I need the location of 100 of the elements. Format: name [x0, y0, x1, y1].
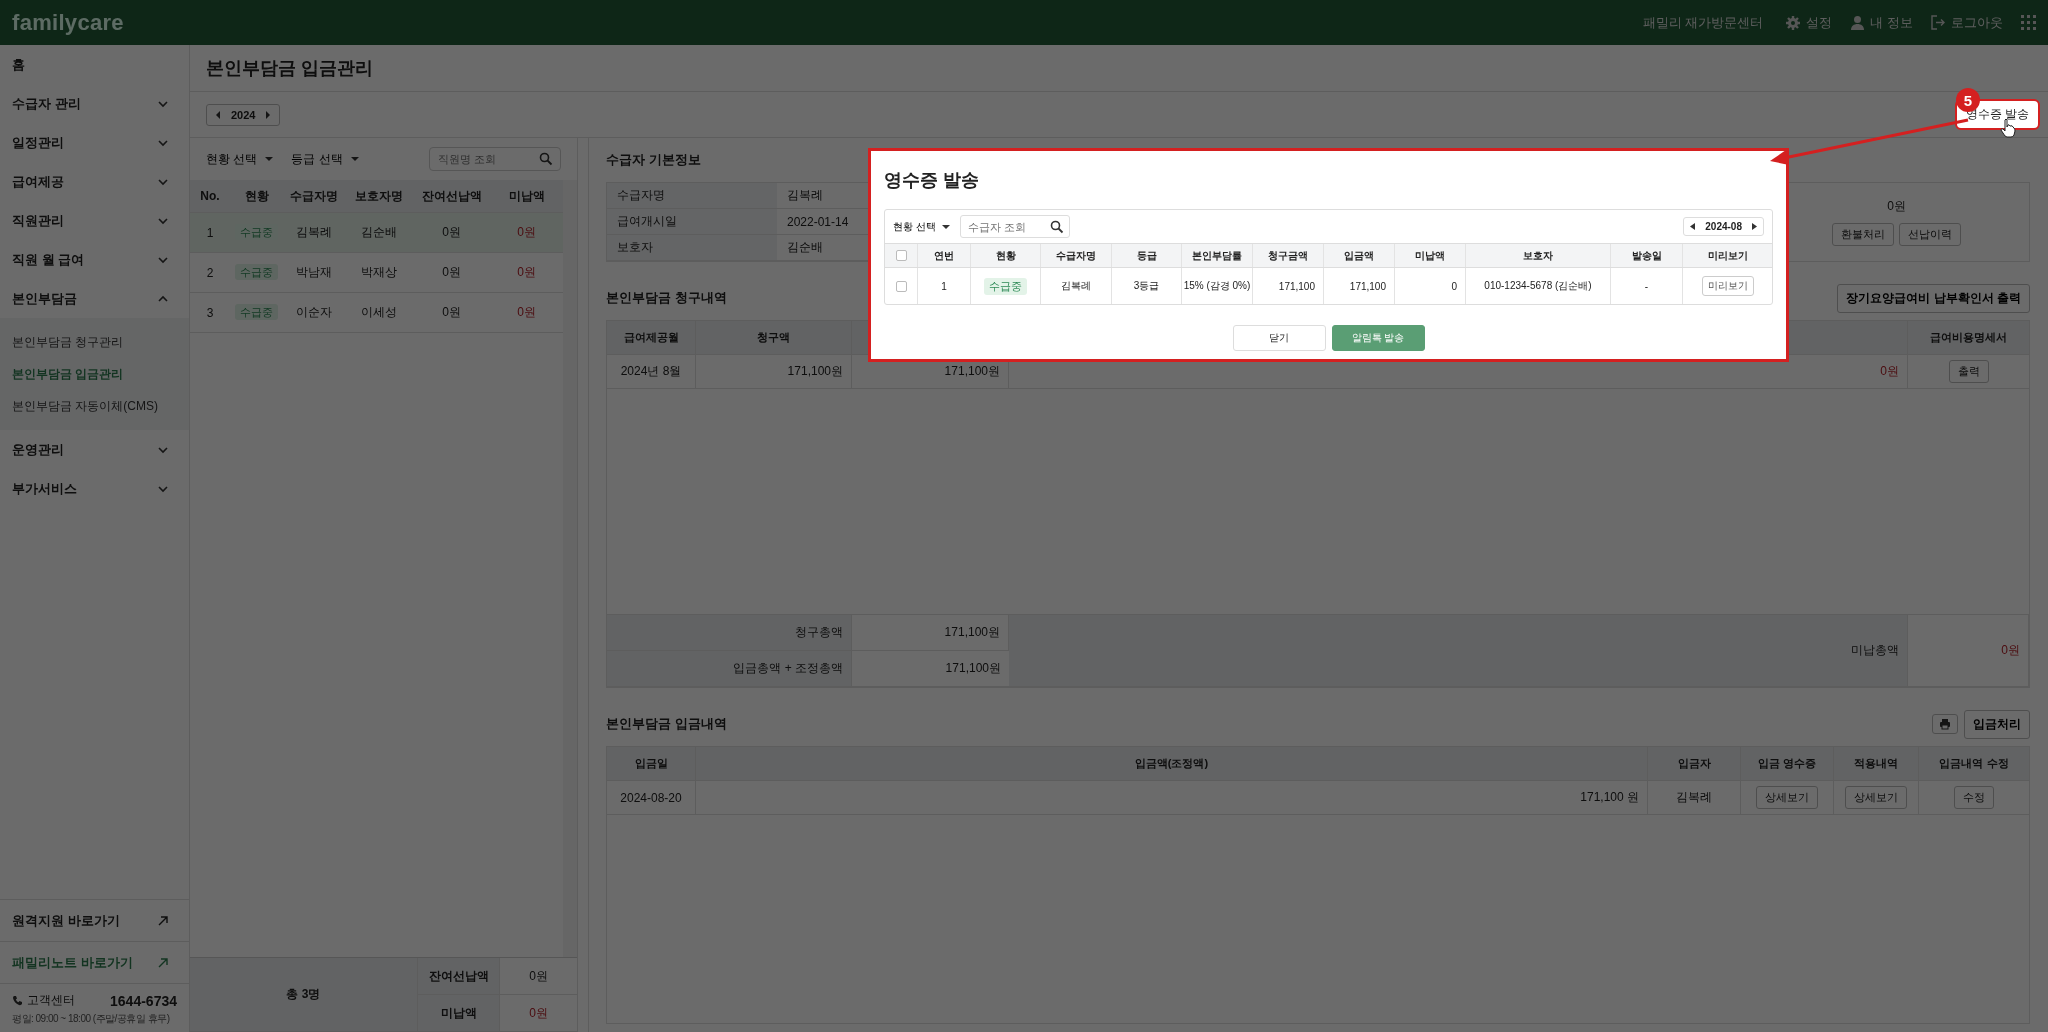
caret-icon [350, 156, 359, 162]
year-arrow-icon[interactable] [265, 110, 272, 119]
summary-value: 0원 [500, 995, 577, 1032]
menu-item[interactable]: 직원 월 급여 [0, 240, 189, 279]
month-arrow-icon[interactable] [1690, 223, 1696, 230]
menu-label: 운영관리 [12, 440, 64, 459]
table-cell: 171,100 [1324, 268, 1395, 304]
column-header: 입금액(조정액) [696, 747, 1648, 781]
table-cell-text: 0원 [441, 224, 462, 241]
table-row[interactable]: 1 수급중 김복례 김순배 0원 0원 [190, 213, 563, 253]
edit-button[interactable]: 수정 [1954, 786, 1994, 809]
caret-icon [265, 156, 274, 162]
contact-label: 고객센터 [27, 992, 75, 1009]
balance-amount: 0원 [1887, 198, 1906, 215]
table-cell-text: 김순배 [360, 224, 398, 241]
field-value: 김순배 [787, 239, 823, 256]
action-button[interactable]: 환불처리 [1832, 223, 1894, 246]
filter-dropdown[interactable]: 현황 선택 [893, 219, 950, 234]
app-logo[interactable]: familycare [12, 9, 124, 36]
table-cell: 1 [918, 268, 971, 304]
deposit-process-button[interactable]: 입금처리 [1964, 709, 2030, 739]
column-header: 본인부담률 [1182, 244, 1253, 267]
table-cell: 171,100원 [696, 355, 852, 389]
table-cell-text: 0원 [516, 264, 537, 281]
search-field[interactable]: 수급자 조회 [959, 215, 1070, 238]
column-header: 적용내역 [1834, 747, 1919, 781]
total-count: 총 3명 [190, 958, 418, 1032]
table-cell-text: 1 [205, 225, 215, 240]
column-header: 청구액 [696, 321, 852, 355]
print-button[interactable]: 출력 [1948, 360, 1989, 383]
table-cell-text: 2 [205, 265, 215, 280]
year-arrow-icon[interactable] [215, 110, 221, 119]
detail-button[interactable]: 상세보기 [1845, 786, 1907, 809]
preview-button[interactable]: 미리보기 [1701, 276, 1754, 296]
shortcut-link[interactable]: 원격지원 바로가기 [0, 899, 189, 941]
table-cell: 김복례 [1648, 781, 1741, 815]
menu-label: 급여제공 [12, 172, 64, 191]
search-icon [539, 152, 553, 166]
table-cell: 15% (감경 0%) [1182, 268, 1253, 304]
menu-item[interactable]: 직원관리 [0, 201, 189, 240]
filter-dropdown[interactable]: 등급 선택 [291, 150, 359, 168]
checkbox[interactable] [895, 280, 907, 292]
nav-link[interactable]: 로그아웃 [1931, 13, 2003, 32]
table-cell: 171,100 원 [696, 781, 1648, 815]
column-header: 현황 [243, 187, 270, 205]
print-button[interactable] [1932, 714, 1958, 734]
menu-item[interactable]: 부가서비스 [0, 469, 189, 508]
table-row[interactable]: 2 수급중 박남재 박재상 0원 0원 [190, 253, 563, 293]
shortcut-link[interactable]: 패밀리노트 바로가기 [0, 941, 189, 983]
table-cell-text: 이순자 [295, 304, 333, 321]
column-header: 잔여선납액 [420, 187, 483, 205]
summary-label: 미납액 [418, 995, 500, 1032]
field-label: 수급자명 [607, 183, 777, 209]
menu-item[interactable]: 운영관리 [0, 430, 189, 469]
year-picker[interactable]: 2024 [206, 103, 281, 126]
close-button[interactable]: 닫기 [1232, 325, 1326, 351]
menu-item[interactable]: 홈 [0, 45, 189, 84]
send-button[interactable]: 알림톡 발송 [1331, 325, 1425, 351]
total-label: 입금총액 + 조정총액 [607, 651, 852, 687]
action-button[interactable]: 선납이력 [1899, 223, 1961, 246]
table-cell: 0 [1395, 268, 1466, 304]
column-header: 현황 [971, 244, 1041, 267]
logout-icon[interactable] [1931, 15, 1946, 30]
total-label: 미납총액 [1009, 615, 1908, 687]
menu-label: 직원관리 [12, 211, 64, 230]
menu-item[interactable]: 수급자 관리 [0, 84, 189, 123]
month-arrow-icon[interactable] [1752, 223, 1757, 230]
table-cell-text: 3 [205, 305, 215, 320]
filter-dropdown[interactable]: 현황 선택 [206, 150, 274, 168]
field-value: 김복례 [787, 187, 823, 204]
column-header: 입금자 [1648, 747, 1741, 781]
table-cell: 3등급 [1112, 268, 1182, 304]
menu-item[interactable]: 본인부담금 [0, 279, 189, 318]
user-icon[interactable] [1850, 15, 1866, 30]
submenu-item[interactable]: 본인부담금 자동이체(CMS) [0, 390, 189, 422]
column-header: 청구금액 [1253, 244, 1324, 267]
table-row[interactable]: 3 수급중 이순자 이세성 0원 0원 [190, 293, 563, 333]
column-header: 급여제공월 [607, 321, 696, 355]
detail-button[interactable]: 상세보기 [1756, 786, 1818, 809]
column-header: 입금내역 수정 [1919, 747, 2029, 781]
column-header: 연번 [918, 244, 971, 267]
total-value: 171,100원 [852, 651, 1009, 687]
column-header: 미납액 [1395, 244, 1466, 267]
nav-link[interactable]: 설정 [1785, 13, 1833, 32]
menu-item[interactable]: 일정관리 [0, 123, 189, 162]
column-header: 등급 [1112, 244, 1182, 267]
status-badge: 수급중 [235, 304, 278, 320]
submenu-item[interactable]: 본인부담금 입금관리 [0, 358, 189, 390]
section-title: 수급자 기본정보 [606, 151, 701, 169]
apps-icon[interactable] [2021, 15, 2036, 30]
month-picker[interactable]: 2024-08 [1683, 217, 1764, 236]
field-label: 급여개시일 [607, 209, 777, 235]
table-cell: 2024-08-20 [607, 781, 696, 815]
menu-label: 부가서비스 [12, 479, 77, 498]
nav-link[interactable]: 내 정보 [1850, 13, 1913, 32]
settings-icon[interactable] [1785, 14, 1802, 31]
submenu-item[interactable]: 본인부담금 청구관리 [0, 326, 189, 358]
checkbox[interactable] [895, 250, 907, 261]
print-confirmation-button[interactable]: 장기요양급여비 납부확인서 출력 [1837, 283, 2030, 313]
menu-item[interactable]: 급여제공 [0, 162, 189, 201]
